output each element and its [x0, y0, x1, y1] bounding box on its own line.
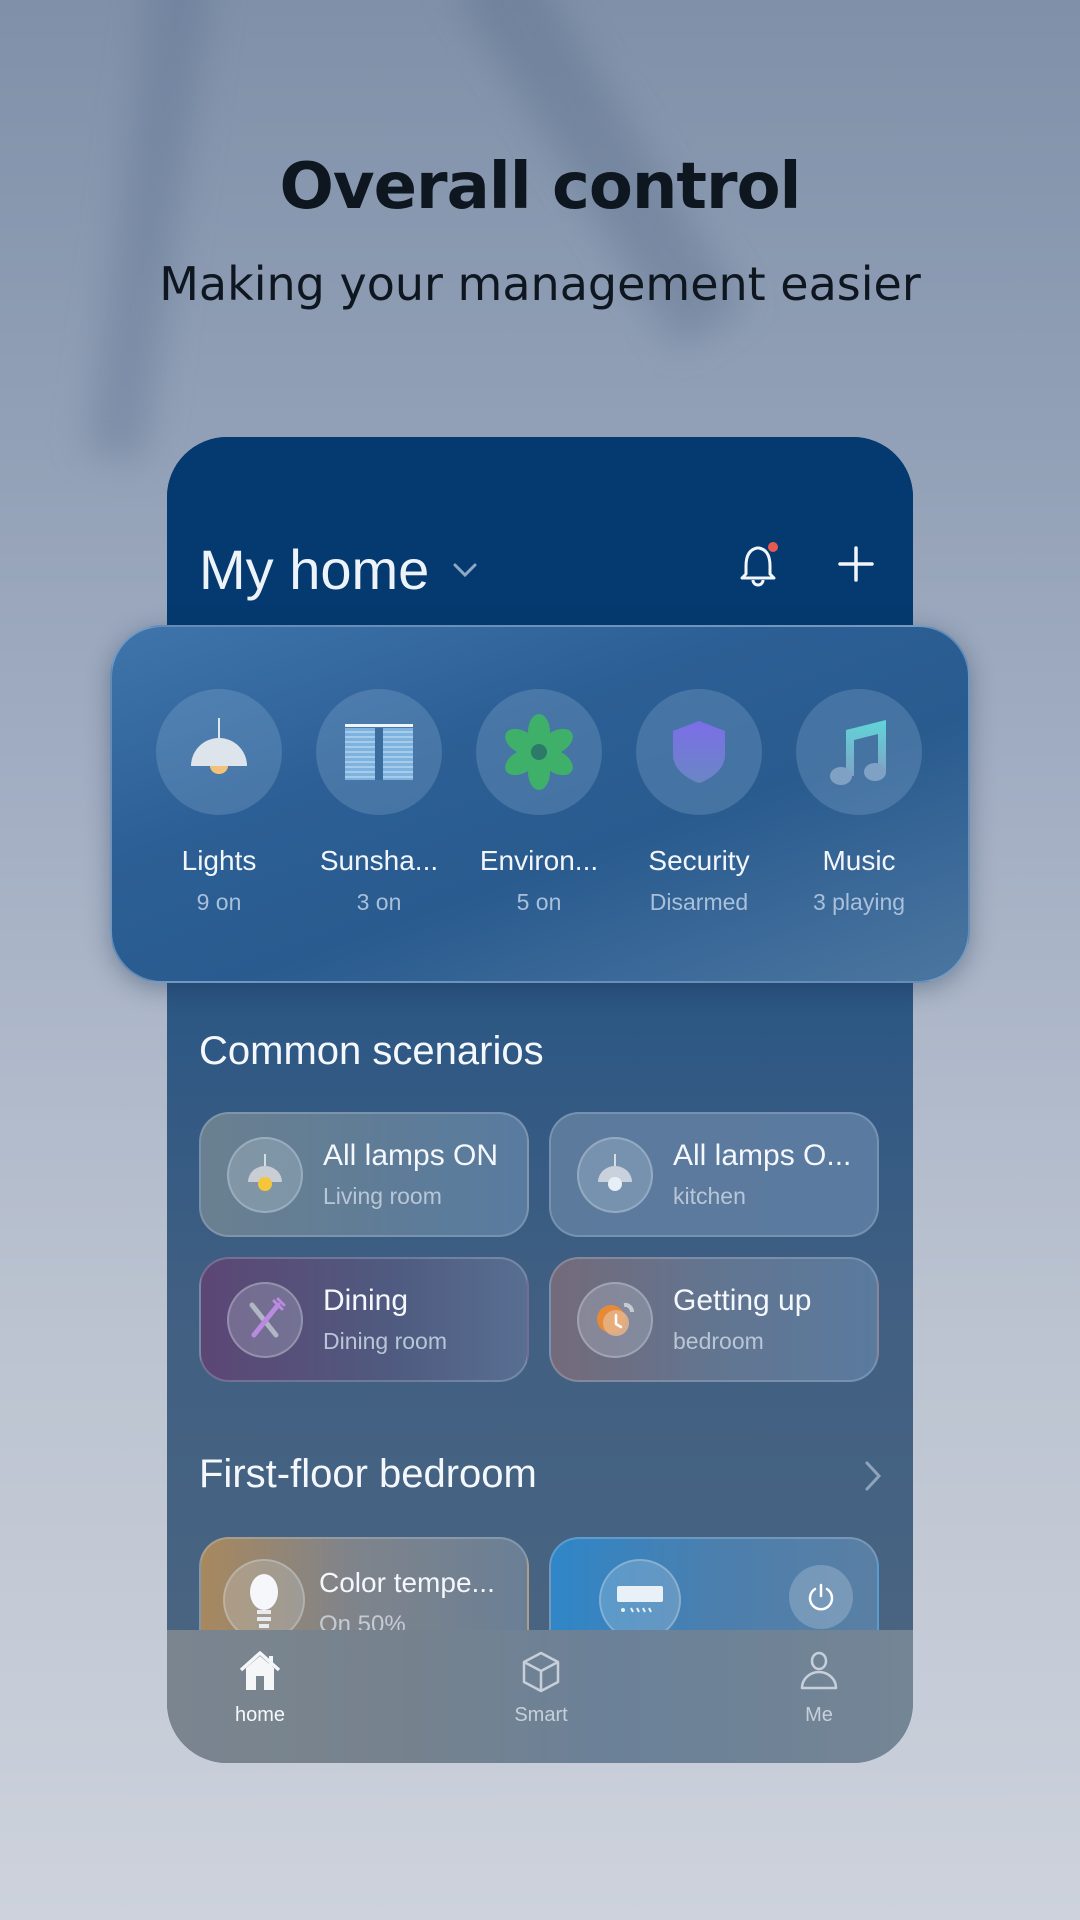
- category-label: Security: [648, 845, 750, 876]
- room-title: First-floor bedroom: [199, 1452, 537, 1496]
- lamp-on-icon: [227, 1136, 303, 1213]
- home-selector[interactable]: My home: [199, 537, 479, 602]
- home-icon: [239, 1651, 281, 1690]
- app-header: My home: [167, 437, 913, 627]
- category-label: Environ...: [479, 845, 599, 876]
- add-icon[interactable]: [836, 544, 876, 584]
- category-music[interactable]: Music 3 playing: [784, 689, 934, 916]
- tab-smart[interactable]: Smart: [481, 1650, 601, 1727]
- tab-label: Me: [805, 1704, 833, 1726]
- flower-icon: [476, 689, 602, 815]
- category-lights[interactable]: Lights 9 on: [144, 689, 294, 916]
- device-categories-card: Lights 9 on Sunsha... 3 on Environ... 5 …: [110, 625, 970, 983]
- pendant-lamp-icon: [156, 689, 282, 815]
- category-status: 5 on: [516, 889, 562, 915]
- scenario-card[interactable]: All lamps ON Living room: [199, 1112, 529, 1237]
- scenario-room: kitchen: [673, 1183, 746, 1209]
- scenario-room: bedroom: [673, 1328, 764, 1354]
- category-status: 3 playing: [812, 889, 906, 915]
- power-button[interactable]: [789, 1565, 853, 1629]
- scenario-name: All lamps ON: [323, 1139, 499, 1172]
- tab-home[interactable]: home: [200, 1650, 320, 1727]
- category-label: Music: [822, 845, 896, 876]
- scenario-card[interactable]: All lamps O... kitchen: [549, 1112, 879, 1237]
- music-note-icon: [796, 689, 922, 815]
- category-security[interactable]: Security Disarmed: [624, 689, 774, 916]
- scenario-card[interactable]: Dining Dining room: [199, 1257, 529, 1382]
- tab-label: Smart: [514, 1704, 568, 1726]
- category-label: Lights: [181, 845, 257, 876]
- category-sunshade[interactable]: Sunsha... 3 on: [304, 689, 454, 916]
- lamp-off-icon: [577, 1136, 653, 1213]
- tab-bar: home Smart Me: [167, 1630, 913, 1763]
- scenario-card[interactable]: Getting up bedroom: [549, 1257, 879, 1382]
- air-conditioner-icon: [599, 1559, 681, 1641]
- category-status: Disarmed: [649, 889, 749, 915]
- scenario-name: Dining: [323, 1284, 409, 1317]
- bell-icon[interactable]: [737, 540, 783, 588]
- scenario-name: All lamps O...: [673, 1139, 852, 1172]
- background-streak: [85, 0, 215, 462]
- category-status: 9 on: [196, 889, 242, 915]
- bulb-icon: [223, 1559, 305, 1641]
- notification-dot: [768, 542, 778, 552]
- chevron-right-icon[interactable]: [863, 1459, 883, 1493]
- scenarios-title: Common scenarios: [199, 1029, 544, 1073]
- scenario-name: Getting up: [673, 1284, 812, 1317]
- tab-me[interactable]: Me: [759, 1650, 879, 1727]
- device-name: Color tempe...: [319, 1567, 495, 1598]
- hero-subtitle: Making your management easier: [159, 257, 921, 311]
- person-icon: [800, 1651, 838, 1690]
- chevron-down-icon: [453, 563, 477, 577]
- category-environment[interactable]: Environ... 5 on: [464, 689, 614, 916]
- category-label: Sunsha...: [319, 845, 439, 876]
- scenario-room: Living room: [323, 1183, 442, 1209]
- blinds-icon: [316, 689, 442, 815]
- power-icon: [808, 1583, 834, 1611]
- cube-icon: [522, 1651, 560, 1693]
- home-name: My home: [199, 538, 430, 601]
- scenario-room: Dining room: [323, 1328, 447, 1354]
- alarm-clock-icon: [577, 1281, 653, 1358]
- hero-title: Overall control: [279, 150, 802, 224]
- shield-icon: [636, 689, 762, 815]
- category-status: 3 on: [356, 889, 402, 915]
- fork-knife-icon: [227, 1281, 303, 1358]
- tab-label: home: [234, 1704, 286, 1726]
